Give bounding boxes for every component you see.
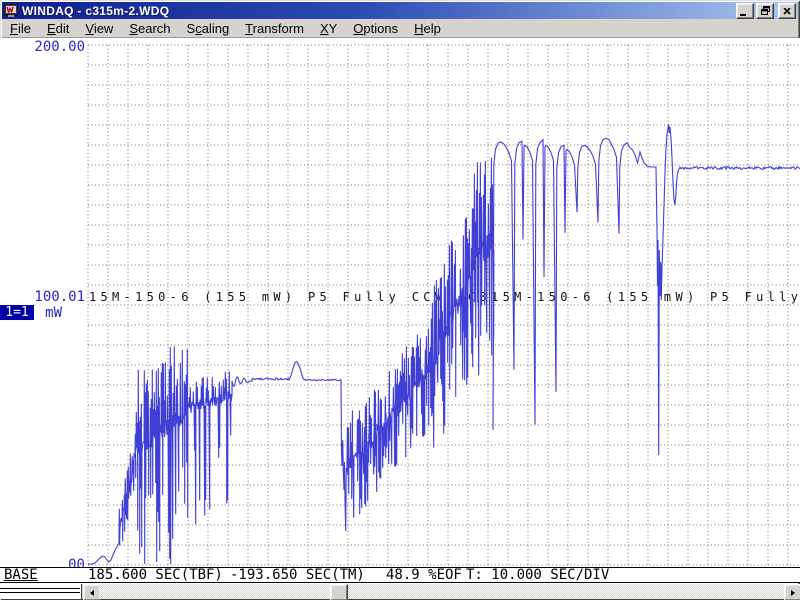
status-time-per-div: T: 10.000 SEC/DIV (466, 568, 609, 582)
menu-item-text: XY (320, 21, 337, 36)
horizontal-scrollbar (0, 584, 800, 599)
marker-line (0, 592, 80, 593)
menu-item-text: View (85, 21, 113, 36)
close-icon (783, 2, 791, 20)
annotation-right: C315M-150-6 (155 mW) P5 Fully CC (468, 290, 800, 304)
menu-item-text: Options (353, 21, 398, 36)
arrow-right-icon (791, 590, 795, 596)
scroll-right-button[interactable] (784, 584, 800, 600)
menu-item-text: Scaling (187, 21, 230, 36)
scrollbar-track[interactable] (99, 584, 784, 599)
waveform-svg: 15M-150-6 (155 mW) P5 Fully CCW C315M-15… (0, 38, 800, 567)
menu-xy[interactable]: XY (312, 19, 345, 37)
windaq-window: WINDAQ - c315m-2.WDQ File (0, 0, 800, 600)
app-icon (4, 4, 18, 17)
menu-search[interactable]: Search (121, 19, 178, 37)
menu-item-text: Transform (245, 21, 304, 36)
menu-help[interactable]: Help (406, 19, 449, 37)
menu-bar: File Edit View Search Scaling Transform … (2, 19, 798, 38)
restore-button[interactable] (756, 3, 774, 19)
annotation-left: 15M-150-6 (155 mW) P5 Fully CCW (89, 290, 446, 304)
waveform-trace (88, 124, 800, 564)
status-bar: BASE 185.600 SEC(TBF) -193.650 SEC(TM) 4… (0, 567, 800, 583)
event-marker-box (0, 584, 82, 599)
close-button[interactable] (778, 3, 796, 19)
menu-scaling[interactable]: Scaling (179, 19, 238, 37)
menu-view[interactable]: View (77, 19, 121, 37)
status-tbf: 185.600 SEC(TBF) (88, 568, 223, 582)
restore-icon (761, 2, 770, 20)
window-title: WINDAQ - c315m-2.WDQ (22, 4, 734, 18)
menu-item-text: File (10, 21, 31, 36)
menu-item-text: Help (414, 21, 441, 36)
minimize-button[interactable] (736, 3, 754, 19)
arrow-left-icon (90, 590, 94, 596)
menu-options[interactable]: Options (345, 19, 406, 37)
status-eof: 48.9 %EOF (386, 568, 462, 582)
menu-transform[interactable]: Transform (237, 19, 312, 37)
menu-item-text: Search (129, 21, 170, 36)
title-bar[interactable]: WINDAQ - c315m-2.WDQ (2, 2, 798, 19)
menu-file[interactable]: File (2, 19, 39, 37)
menu-edit[interactable]: Edit (39, 19, 77, 37)
menu-item-text: Edit (47, 21, 69, 36)
marker-line (0, 588, 80, 589)
status-tm: -193.650 SEC(TM) (230, 568, 365, 582)
chart-plot[interactable]: 200.00 100.01 mW .00 1=1 15M-150-6 (155 … (0, 38, 800, 567)
status-base-label: BASE (4, 568, 38, 582)
scrollbar-thumb[interactable] (330, 584, 348, 600)
minimize-icon (740, 14, 746, 16)
